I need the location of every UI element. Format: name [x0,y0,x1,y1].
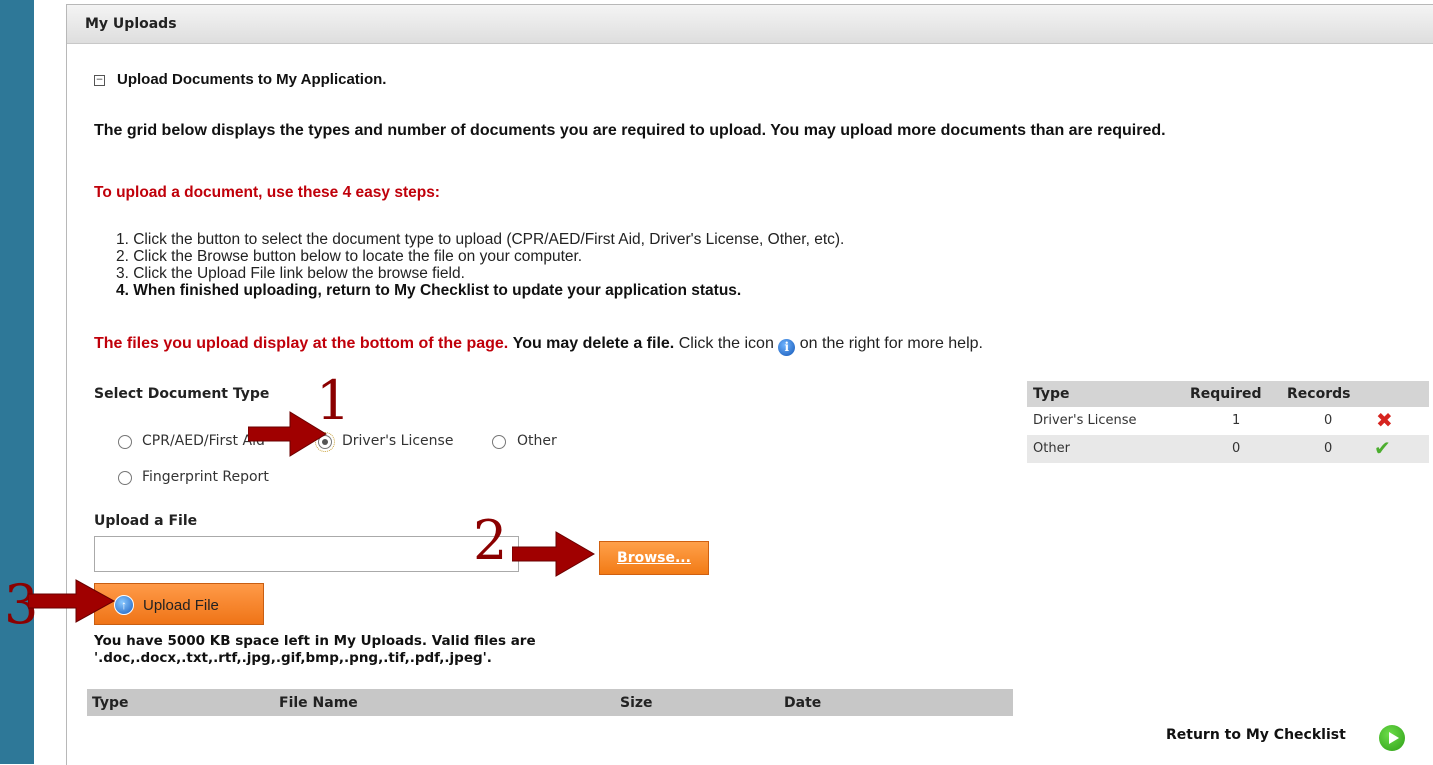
req-col-type: Type [1033,386,1070,402]
radio-other[interactable] [492,435,506,449]
step-item: 2. Click the Browse button below to loca… [116,248,583,265]
files-note-bold: You may delete a file. [512,335,675,352]
grid-col-type: Type [92,695,129,711]
steps-list: 1. Click the button to select the docume… [116,231,844,299]
req-type: Other [1033,441,1070,456]
upload-file-label: Upload a File [94,513,198,529]
my-uploads-panel: My Uploads − Upload Documents to My Appl… [66,4,1433,765]
section-title: Upload Documents to My Application. [117,71,387,88]
radio-fingerprint[interactable] [118,471,132,485]
uploaded-files-grid-header: Type File Name Size Date [87,689,1013,716]
step-item: 4. When finished uploading, return to My… [116,282,742,299]
annotation-arrow-1 [248,411,327,457]
req-required: 1 [1232,413,1241,428]
files-note-red: The files you upload display at the bott… [94,335,509,352]
annotation-arrow-2 [512,531,595,577]
grid-col-date: Date [784,695,822,711]
check-icon: ✔ [1374,436,1391,460]
requirements-header: Type Required Records [1027,381,1429,407]
req-records: 0 [1324,413,1333,428]
upload-file-button[interactable]: ↑ Upload File [94,583,264,625]
radio-cpr[interactable] [118,435,132,449]
info-icon[interactable]: i [778,339,796,356]
collapse-toggle-icon[interactable]: − [94,75,105,86]
space-note-line: You have 5000 KB space left in My Upload… [94,633,536,649]
return-to-checklist-link[interactable]: Return to My Checklist [1166,727,1346,743]
panel-title: My Uploads [85,16,177,32]
grid-col-size: Size [620,695,653,711]
table-row: Driver's License 1 0 ✖ [1027,407,1429,435]
req-required: 0 [1232,441,1241,456]
files-note: The files you upload display at the bott… [94,335,983,356]
valid-files-line: '.doc,.docx,.txt,.rtf,.jpg,.gif,bmp,.png… [94,650,492,666]
space-note: You have 5000 KB space left in My Upload… [94,633,536,667]
req-records: 0 [1324,441,1333,456]
browse-button[interactable]: Browse... [599,541,709,575]
select-document-type-label: Select Document Type [94,386,270,402]
radio-drivers-license-label[interactable]: Driver's License [342,433,453,449]
intro-text: The grid below displays the types and nu… [94,122,1166,139]
req-type: Driver's License [1033,413,1137,428]
radio-fingerprint-label[interactable]: Fingerprint Report [142,469,269,485]
annotation-number-2: 2 [473,509,508,572]
steps-title: To upload a document, use these 4 easy s… [94,184,440,201]
req-col-records: Records [1287,386,1351,402]
table-row: Other 0 0 ✔ [1027,435,1429,463]
grid-col-file-name: File Name [279,695,358,711]
play-icon[interactable] [1379,725,1405,751]
panel-header: My Uploads [67,5,1433,44]
files-note-text-end: on the right for more help. [799,335,983,352]
files-note-text: Click the icon [678,335,774,352]
x-icon: ✖ [1376,408,1393,432]
file-path-input[interactable] [94,536,519,572]
radio-other-label[interactable]: Other [517,433,557,449]
left-sidebar [0,0,34,764]
requirements-table: Type Required Records Driver's License 1… [1027,381,1429,463]
annotation-arrow-3 [28,579,116,623]
step-item: 1. Click the button to select the docume… [116,231,845,248]
step-item: 3. Click the Upload File link below the … [116,265,465,282]
req-col-required: Required [1190,386,1262,402]
upload-file-button-label: Upload File [143,597,219,614]
